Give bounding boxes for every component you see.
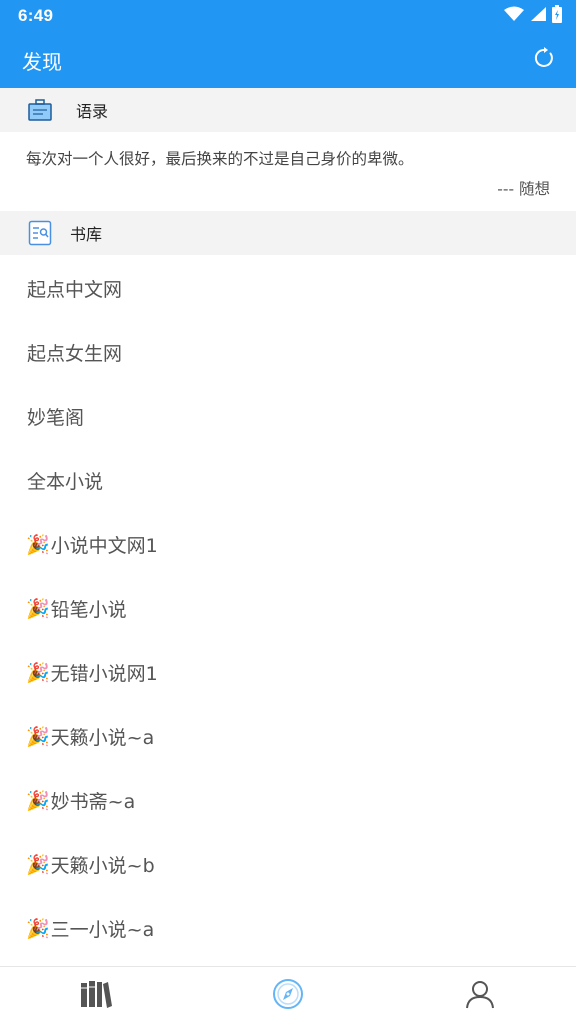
party-icon: 🎉	[26, 533, 50, 556]
party-icon: 🎉	[26, 917, 50, 940]
bookshelf-icon	[80, 979, 112, 1013]
list-item[interactable]: 妙笔阁	[0, 384, 576, 448]
list-item-label: 起点中文网	[27, 278, 123, 301]
page-title: 发现	[22, 49, 62, 74]
list-item-label: 三一小说~a	[50, 918, 155, 941]
compass-icon	[272, 978, 304, 1014]
battery-icon	[552, 5, 562, 27]
quote-icon	[26, 96, 54, 124]
party-icon: 🎉	[26, 725, 50, 748]
list-item-label: 全本小说	[27, 470, 104, 493]
quote-author: --- 随想	[497, 180, 550, 198]
wifi-icon	[504, 6, 524, 26]
list-item[interactable]: 🎉 无错小说网1	[0, 640, 576, 704]
status-icons	[504, 5, 562, 27]
list-item[interactable]: 🎉 妙书斋~a	[0, 768, 576, 832]
quote-section-header: 语录	[0, 88, 576, 132]
quote-card[interactable]: 每次对一个人很好，最后换来的不过是自己身价的卑微。 --- 随想	[0, 133, 576, 211]
person-icon	[465, 979, 495, 1013]
list-item-label: 铅笔小说	[50, 598, 127, 621]
library-section-label: 书库	[70, 225, 103, 244]
list-item[interactable]: 起点中文网	[0, 256, 576, 320]
party-icon: 🎉	[26, 853, 50, 876]
library-icon	[26, 219, 54, 247]
refresh-button[interactable]	[530, 46, 558, 74]
nav-bookshelf[interactable]	[0, 967, 192, 1024]
list-item-label: 天籁小说~a	[50, 726, 155, 749]
party-icon: 🎉	[26, 789, 50, 812]
signal-icon	[530, 6, 546, 26]
app-bar: 发现	[0, 32, 576, 88]
list-item[interactable]: 🎉 天籁小说~b	[0, 832, 576, 896]
library-list: 起点中文网 起点女生网 妙笔阁 全本小说 🎉 小说中文网1 🎉 铅笔小说 🎉 无…	[0, 256, 576, 960]
list-item-label: 天籁小说~b	[50, 854, 155, 877]
nav-discover[interactable]	[192, 967, 384, 1024]
nav-profile[interactable]	[384, 967, 576, 1024]
list-item[interactable]: 🎉 铅笔小说	[0, 576, 576, 640]
quote-text: 每次对一个人很好，最后换来的不过是自己身价的卑微。	[26, 150, 414, 168]
list-item[interactable]: 全本小说	[0, 448, 576, 512]
list-item-label: 无错小说网1	[50, 662, 158, 685]
list-item[interactable]: 起点女生网	[0, 320, 576, 384]
list-item-label: 妙书斋~a	[50, 790, 136, 813]
list-item-label: 妙笔阁	[27, 406, 85, 429]
status-bar: 6:49	[0, 0, 576, 32]
refresh-icon	[532, 46, 556, 74]
party-icon: 🎉	[26, 597, 50, 620]
list-item[interactable]: 🎉 小说中文网1	[0, 512, 576, 576]
list-item[interactable]: 🎉 天籁小说~a	[0, 704, 576, 768]
list-item-label: 小说中文网1	[50, 534, 158, 557]
status-time: 6:49	[18, 6, 54, 25]
bottom-nav	[0, 966, 576, 1024]
party-icon: 🎉	[26, 661, 50, 684]
quote-section-label: 语录	[76, 102, 109, 121]
list-item-label: 起点女生网	[27, 342, 123, 365]
library-section-header: 书库	[0, 211, 576, 255]
list-item[interactable]: 🎉 三一小说~a	[0, 896, 576, 960]
